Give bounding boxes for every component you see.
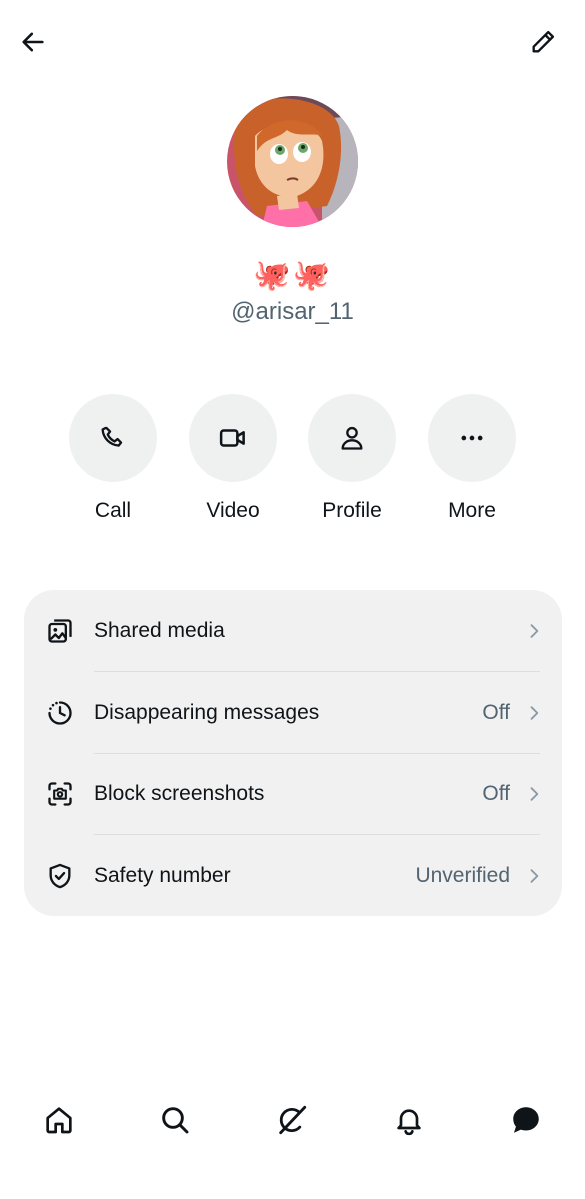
nav-search[interactable] (153, 1098, 197, 1142)
profile-button[interactable] (308, 394, 396, 482)
video-action[interactable]: Video (183, 394, 283, 523)
video-button[interactable] (189, 394, 277, 482)
chevron-right-icon (530, 624, 539, 638)
person-icon (341, 426, 363, 450)
back-button[interactable] (13, 22, 53, 62)
safety-number-label: Safety number (94, 864, 231, 887)
profile-action[interactable]: Profile (302, 394, 402, 523)
more-action[interactable]: More (422, 394, 522, 523)
video-camera-icon (219, 429, 245, 447)
block-screenshots-row[interactable]: Block screenshots Off (24, 753, 562, 835)
search-icon (162, 1107, 189, 1134)
display-name: 🐙🐙 (253, 259, 332, 292)
profile-label: Profile (322, 499, 382, 522)
more-label: More (448, 499, 496, 522)
shared-media-row[interactable]: Shared media (24, 590, 562, 672)
block-screenshots-label: Block screenshots (94, 782, 265, 805)
bottom-navigation (0, 1080, 585, 1160)
media-gallery-icon (45, 616, 75, 646)
call-label: Call (94, 499, 132, 522)
timer-icon (45, 698, 75, 728)
more-dots-icon (461, 435, 483, 441)
safety-number-row[interactable]: Safety number Unverified (24, 835, 562, 917)
phone-icon (101, 426, 123, 447)
user-handle: @arisar_11 (231, 298, 354, 325)
chevron-right-icon (530, 869, 539, 883)
avatar[interactable] (227, 96, 358, 227)
cartoon-avatar-image (227, 96, 358, 227)
disappearing-messages-row[interactable]: Disappearing messages Off (24, 672, 562, 754)
screenshot-camera-icon (45, 779, 75, 809)
conversation-settings-card: Shared media Disappearing messages Off B… (24, 590, 562, 916)
home-icon (46, 1107, 72, 1134)
disappearing-messages-value: Off (482, 701, 510, 724)
bell-icon (397, 1109, 421, 1136)
nav-notifications[interactable] (387, 1098, 431, 1142)
pencil-icon (532, 30, 555, 53)
message-bubble-icon (513, 1107, 539, 1133)
call-button[interactable] (69, 394, 157, 482)
call-action[interactable]: Call (63, 394, 163, 523)
grok-icon (279, 1105, 307, 1135)
shared-media-label: Shared media (94, 619, 225, 642)
nav-messages[interactable] (504, 1098, 548, 1142)
block-screenshots-value: Off (482, 782, 510, 805)
safety-number-value: Unverified (415, 864, 510, 887)
more-button[interactable] (428, 394, 516, 482)
edit-button[interactable] (523, 22, 563, 62)
nav-home[interactable] (37, 1098, 81, 1142)
disappearing-messages-label: Disappearing messages (94, 701, 320, 724)
chevron-right-icon (530, 787, 539, 801)
arrow-left-icon (22, 32, 44, 52)
chevron-right-icon (530, 706, 539, 720)
nav-grok[interactable] (270, 1098, 314, 1142)
shield-check-icon (45, 861, 75, 891)
video-label: Video (206, 499, 260, 522)
